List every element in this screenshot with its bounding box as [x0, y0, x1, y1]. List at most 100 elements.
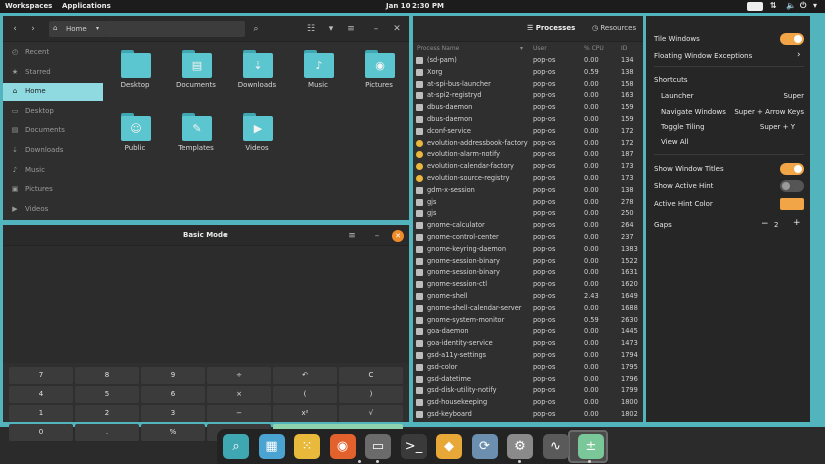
power-icon[interactable]: ⏻: [800, 1, 806, 11]
tiling-icon[interactable]: [747, 2, 763, 11]
terminal-icon[interactable]: >_: [400, 434, 427, 459]
key-3[interactable]: 3: [141, 405, 205, 422]
floating-exceptions-link[interactable]: Floating Window Exceptions: [654, 52, 804, 60]
process-icon: [416, 245, 423, 253]
system-menu-icon[interactable]: ▾: [813, 1, 817, 10]
view-list-icon[interactable]: ☷: [303, 21, 319, 37]
sidebar-item-downloads[interactable]: ⇣ Downloads: [3, 142, 103, 160]
folder-public[interactable]: ☺ Public: [105, 107, 165, 167]
gaps-decrease-button[interactable]: −: [761, 219, 769, 229]
key-8[interactable]: 8: [75, 367, 139, 384]
clock-time[interactable]: 2:30 PM: [412, 2, 444, 10]
forward-button[interactable]: ›: [25, 21, 41, 37]
process-cell: 138: [621, 185, 634, 194]
chevron-down-icon[interactable]: ▾: [224, 231, 228, 239]
minimize-button[interactable]: –: [368, 21, 384, 37]
key-7[interactable]: 7: [9, 367, 73, 384]
folder-music[interactable]: ♪ Music: [288, 44, 348, 104]
menu-icon[interactable]: ≡: [344, 228, 360, 244]
firefox-icon[interactable]: ◉: [329, 434, 356, 459]
sidebar-item-pictures[interactable]: ▣ Pictures: [3, 181, 103, 199]
sidebar-item-desktop[interactable]: ▭ Desktop: [3, 103, 103, 121]
minimize-button[interactable]: –: [369, 228, 385, 244]
applications-button[interactable]: Applications: [62, 2, 111, 10]
key-subtract[interactable]: −: [207, 405, 271, 422]
process-cell: pop-os: [533, 374, 556, 383]
key-divide[interactable]: ÷: [207, 367, 271, 384]
workspaces-button[interactable]: Workspaces: [5, 2, 52, 10]
tab-resources[interactable]: ◷ Resources: [592, 24, 636, 32]
settings-icon[interactable]: ⚙: [507, 434, 533, 459]
tile-windows-toggle[interactable]: [780, 33, 804, 45]
process-cell: gnome-session-binary: [427, 256, 500, 265]
gaps-increase-button[interactable]: +: [793, 218, 801, 228]
key-percent[interactable]: %: [141, 424, 205, 441]
process-cell: pop-os: [533, 197, 556, 206]
key-0[interactable]: 0: [9, 424, 73, 441]
process-cell: 0.00: [584, 398, 599, 407]
app-grid-icon[interactable]: ⁙: [294, 434, 320, 459]
sidebar-item-recent[interactable]: ◴ Recent: [3, 44, 103, 62]
sidebar-item-music[interactable]: ♪ Music: [3, 162, 103, 180]
key-1[interactable]: 1: [9, 405, 73, 422]
monitor-icon[interactable]: ∿: [542, 434, 569, 459]
sidebar-item-starred[interactable]: ★ Starred: [3, 64, 103, 82]
files-grid-icon[interactable]: ▦: [258, 434, 285, 459]
key-undo[interactable]: ↶: [273, 367, 337, 384]
process-cell: goa-daemon: [427, 327, 469, 336]
files-icon[interactable]: ▭: [365, 434, 391, 459]
folder-pictures[interactable]: ◉ Pictures: [349, 44, 409, 104]
sidebar-item-documents[interactable]: ▤ Documents: [3, 122, 103, 140]
calculator-display[interactable]: [3, 246, 409, 363]
process-icon: [416, 269, 423, 277]
process-cell: 134: [621, 56, 634, 64]
key-clear[interactable]: C: [339, 367, 403, 384]
folder-desktop[interactable]: Desktop: [105, 44, 165, 104]
chevron-right-icon[interactable]: ›: [797, 50, 801, 60]
chevron-down-icon[interactable]: ▾: [323, 21, 339, 37]
show-active-hint-toggle[interactable]: [780, 180, 804, 192]
tab-processes[interactable]: ☰ Processes: [527, 24, 575, 32]
key-decimal[interactable]: .: [75, 424, 139, 441]
volume-icon[interactable]: 🔈: [786, 1, 796, 10]
process-cell: 0.00: [584, 410, 599, 418]
sidebar-item-videos[interactable]: ▶ Videos: [3, 201, 103, 219]
folder-templates[interactable]: ✎ Templates: [166, 107, 226, 167]
close-button[interactable]: ✕: [392, 230, 404, 242]
search-icon[interactable]: ⌕: [248, 21, 264, 37]
store-icon[interactable]: ◆: [436, 434, 462, 459]
search-icon[interactable]: ⌕: [223, 434, 249, 459]
menu-icon[interactable]: ≡: [343, 21, 359, 37]
sidebar-item-home[interactable]: ⌂ Home: [3, 83, 103, 101]
active-hint-color-swatch[interactable]: [780, 198, 804, 210]
key-6[interactable]: 6: [141, 386, 205, 403]
show-window-titles-toggle[interactable]: [780, 163, 804, 175]
path-home[interactable]: Home: [66, 25, 87, 33]
view-all-link[interactable]: View All: [661, 138, 689, 146]
key-multiply[interactable]: ×: [207, 386, 271, 403]
folder-documents[interactable]: ▤ Documents: [166, 44, 226, 104]
folder-videos[interactable]: ▶ Videos: [227, 107, 287, 167]
calculator-icon[interactable]: ±: [578, 434, 604, 459]
key-4[interactable]: 4: [9, 386, 73, 403]
key-sqrt[interactable]: √: [339, 405, 403, 422]
process-cell: 1522: [621, 256, 638, 265]
key-close-paren[interactable]: ): [339, 386, 403, 403]
key-square[interactable]: x²: [273, 405, 337, 422]
key-9[interactable]: 9: [141, 367, 205, 384]
sort-chevron-icon[interactable]: ▾: [520, 45, 523, 52]
close-button[interactable]: ✕: [389, 21, 405, 37]
folder-downloads[interactable]: ⇣ Downloads: [227, 44, 287, 104]
network-icon[interactable]: ⇅: [770, 1, 777, 10]
gaps-value[interactable]: 2: [774, 221, 778, 229]
path-bar[interactable]: ⌂ Home ▾: [49, 21, 107, 37]
process-cell: goa-identity-service: [427, 339, 493, 348]
key-open-paren[interactable]: (: [273, 386, 337, 403]
key-5[interactable]: 5: [75, 386, 139, 403]
chevron-down-icon[interactable]: ▾: [96, 25, 99, 32]
update-icon[interactable]: ⟳: [471, 434, 498, 459]
mode-selector[interactable]: Basic Mode: [183, 231, 228, 239]
back-button[interactable]: ‹: [7, 21, 23, 37]
clock-date[interactable]: Jan 10: [386, 2, 411, 10]
key-2[interactable]: 2: [75, 405, 139, 422]
